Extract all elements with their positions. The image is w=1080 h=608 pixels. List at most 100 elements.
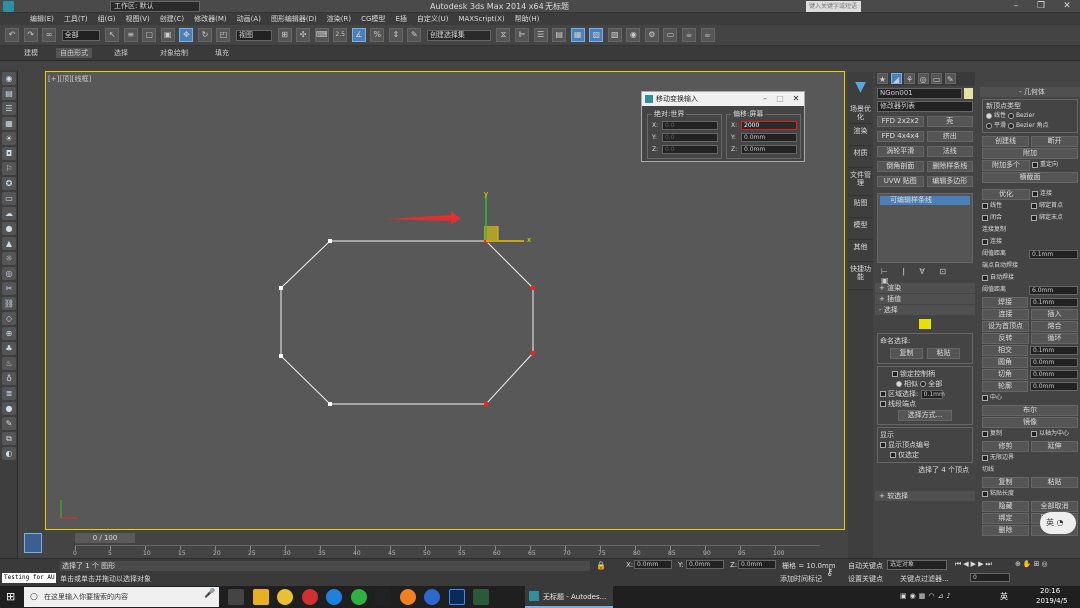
browser-icon[interactable] [326, 589, 343, 605]
clock-time[interactable]: 20:16 [1040, 587, 1060, 595]
display-tab-icon[interactable]: ▭ [931, 73, 943, 84]
geometry-button[interactable]: 相交 [982, 344, 1028, 356]
explorer-icon[interactable] [252, 589, 269, 605]
menu-item[interactable]: 图形编辑器(D) [271, 13, 317, 25]
geometry-checkbox[interactable]: 复制 [982, 429, 1029, 439]
geometry-button[interactable]: 循环 [1031, 332, 1078, 344]
object-color-swatch[interactable] [964, 88, 973, 99]
plant-icon[interactable]: ♣ [2, 342, 16, 355]
set-key-button[interactable]: 设置关键点 [848, 574, 883, 584]
teapot-icon[interactable]: ☕ [700, 28, 715, 42]
create-tab-icon[interactable]: ★ [877, 73, 888, 84]
axis-spinner[interactable]: 0.0 [662, 145, 718, 154]
window-crossing-icon[interactable]: ▣ [160, 28, 175, 42]
object-name-field[interactable]: NGon001 [877, 88, 962, 99]
keyboard-shortcut-icon[interactable]: ⌨ [314, 28, 329, 42]
vertical-tab[interactable]: 文件管理 [848, 168, 873, 196]
sphere-icon[interactable]: ● [2, 222, 16, 235]
rollout-geometry[interactable]: - 几何体 [980, 87, 1080, 97]
globe-icon[interactable]: ⊕ [2, 327, 16, 340]
vertex-type-smooth[interactable]: 平滑 Bezier 角点 [986, 121, 1074, 131]
select-manipulate-icon[interactable]: ✣ [296, 28, 311, 42]
vertex-mode-icon[interactable] [919, 319, 931, 329]
geometry-checkbox[interactable]: 绑定首点 [1031, 201, 1078, 211]
selected-object-dropdown[interactable]: 选定对象 [887, 560, 947, 570]
copy-button[interactable]: 复制 [890, 348, 923, 359]
menu-item[interactable]: 创建(C) [160, 13, 184, 25]
axis-spinner[interactable]: 2000 [741, 121, 797, 130]
spinner-snap-icon[interactable]: ⇕ [388, 28, 403, 42]
rollout-interp[interactable]: + 插值 [875, 294, 975, 304]
workspace-dropdown[interactable]: 工作区: 默认 [110, 1, 200, 12]
add-time-tag[interactable]: 添加时间标记 [780, 574, 822, 584]
pivot-icon[interactable]: ⊞ [277, 28, 292, 42]
script-icon[interactable]: ✎ [2, 417, 16, 430]
helper-icon[interactable]: ⚐ [2, 162, 16, 175]
clock-date[interactable]: 2019/4/5 [1036, 597, 1067, 605]
render-icon[interactable]: ☕ [681, 28, 696, 42]
redo-icon[interactable]: ↷ [23, 28, 38, 42]
geometry-button[interactable]: 插入 [1031, 308, 1078, 320]
mic-icon[interactable]: 🎤 [204, 589, 215, 599]
task-view-icon[interactable] [228, 589, 244, 605]
geometry-checkbox[interactable]: 重定向 [1032, 160, 1078, 170]
modifier-button[interactable]: 壳 [926, 116, 973, 127]
stairs-icon[interactable]: ≣ [2, 387, 16, 400]
list-icon[interactable]: ☰ [2, 102, 16, 115]
app-icon-orange[interactable] [399, 589, 416, 605]
vertical-tab[interactable]: 快捷功能 [848, 262, 873, 290]
modify-tab-icon[interactable]: ◢ [890, 73, 902, 84]
move-icon[interactable]: ✥ [179, 28, 194, 42]
geometry-checkbox[interactable]: 粘贴长度 [982, 489, 1078, 499]
tray-icons[interactable]: ▣◉▦◠⊿♪ [900, 592, 954, 600]
geometry-checkbox[interactable]: 线性 [982, 201, 1029, 211]
vertical-tab[interactable]: 材质 [848, 146, 873, 168]
paste-button[interactable]: 粘贴 [927, 348, 960, 359]
geometry-button[interactable]: 设为首顶点 [982, 320, 1029, 332]
geometry-button[interactable]: 圆角 [982, 356, 1028, 368]
dialog-minimize-icon[interactable]: – [758, 92, 772, 106]
modifier-button[interactable]: FFD 2x2x2 [877, 116, 924, 127]
geometry-checkbox[interactable]: 无限边界 [982, 453, 1078, 463]
modifier-button[interactable]: 倒角剖面 [877, 161, 924, 172]
geometry-button[interactable]: 粘贴 [1031, 476, 1078, 488]
vertical-tab[interactable]: 场景优化 [848, 102, 873, 124]
curve-editor-icon[interactable]: ▧ [589, 28, 604, 42]
schematic-icon[interactable]: ▨ [607, 28, 622, 42]
geometry-button[interactable]: 焊接 [982, 296, 1028, 308]
menu-item[interactable]: 帮助(H) [515, 13, 540, 25]
menu-item[interactable]: E插 [395, 13, 406, 25]
geometry-spinner[interactable]: 0.1mm [1030, 297, 1078, 307]
scale-icon[interactable]: ◰ [216, 28, 231, 42]
rollout-selection[interactable]: - 选择 [875, 305, 975, 315]
geometry-checkbox[interactable]: 连接 [1032, 189, 1078, 199]
graphite-icon[interactable]: ▦ [570, 28, 585, 42]
taskbar-search[interactable]: ○ 在这里输入你要搜索的内容 [24, 587, 219, 607]
geometry-checkbox[interactable]: 连接 [982, 237, 1078, 247]
geometry-button[interactable]: 删除 [982, 524, 1029, 536]
geometry-spinner[interactable]: 0.1mm [1029, 249, 1078, 259]
rollout-soft-selection[interactable]: + 软选择 [875, 491, 975, 501]
lock-handles[interactable]: 锁定控制柄 [880, 369, 970, 379]
eye-icon[interactable]: ◉ [2, 72, 16, 85]
qq-icon[interactable] [375, 589, 392, 605]
geometry-checkbox[interactable]: 绑定末点 [1031, 213, 1078, 223]
stack-toolbar[interactable]: ⊢ ǀ ∀ ⊡ ▣ [877, 267, 973, 285]
modifier-button[interactable]: UVW 贴图 [877, 176, 924, 187]
selection-filter[interactable]: 全部 [61, 30, 100, 41]
geometry-button[interactable]: 反转 [982, 332, 1029, 344]
modifier-button[interactable]: 挤出 [926, 131, 973, 142]
box-icon[interactable]: ▭ [2, 192, 16, 205]
motion-tab-icon[interactable]: ◎ [917, 73, 929, 84]
rect-selection-icon[interactable]: ▢ [142, 28, 157, 42]
cone-icon[interactable]: ▲ [2, 237, 16, 250]
restore-icon[interactable]: ❐ [1030, 0, 1052, 13]
geometry-spinner[interactable]: 0.1mm [1030, 345, 1078, 355]
key-icon[interactable]: ⚷ [826, 567, 833, 578]
timeline-ruler[interactable]: 0 5 10 15 20 25 30 35 40 45 50 55 60 65 70 75 80 85 90 95 10… [73, 545, 820, 559]
render-frame-icon[interactable]: ▭ [663, 28, 678, 42]
geometry-button[interactable]: 绑定 [982, 512, 1029, 524]
taskbar-active-app[interactable]: 无标题 - Autodes... [525, 586, 613, 608]
dialog-maximize-icon[interactable]: □ [773, 92, 787, 106]
ribbon-tab[interactable]: 填充 [211, 48, 233, 58]
